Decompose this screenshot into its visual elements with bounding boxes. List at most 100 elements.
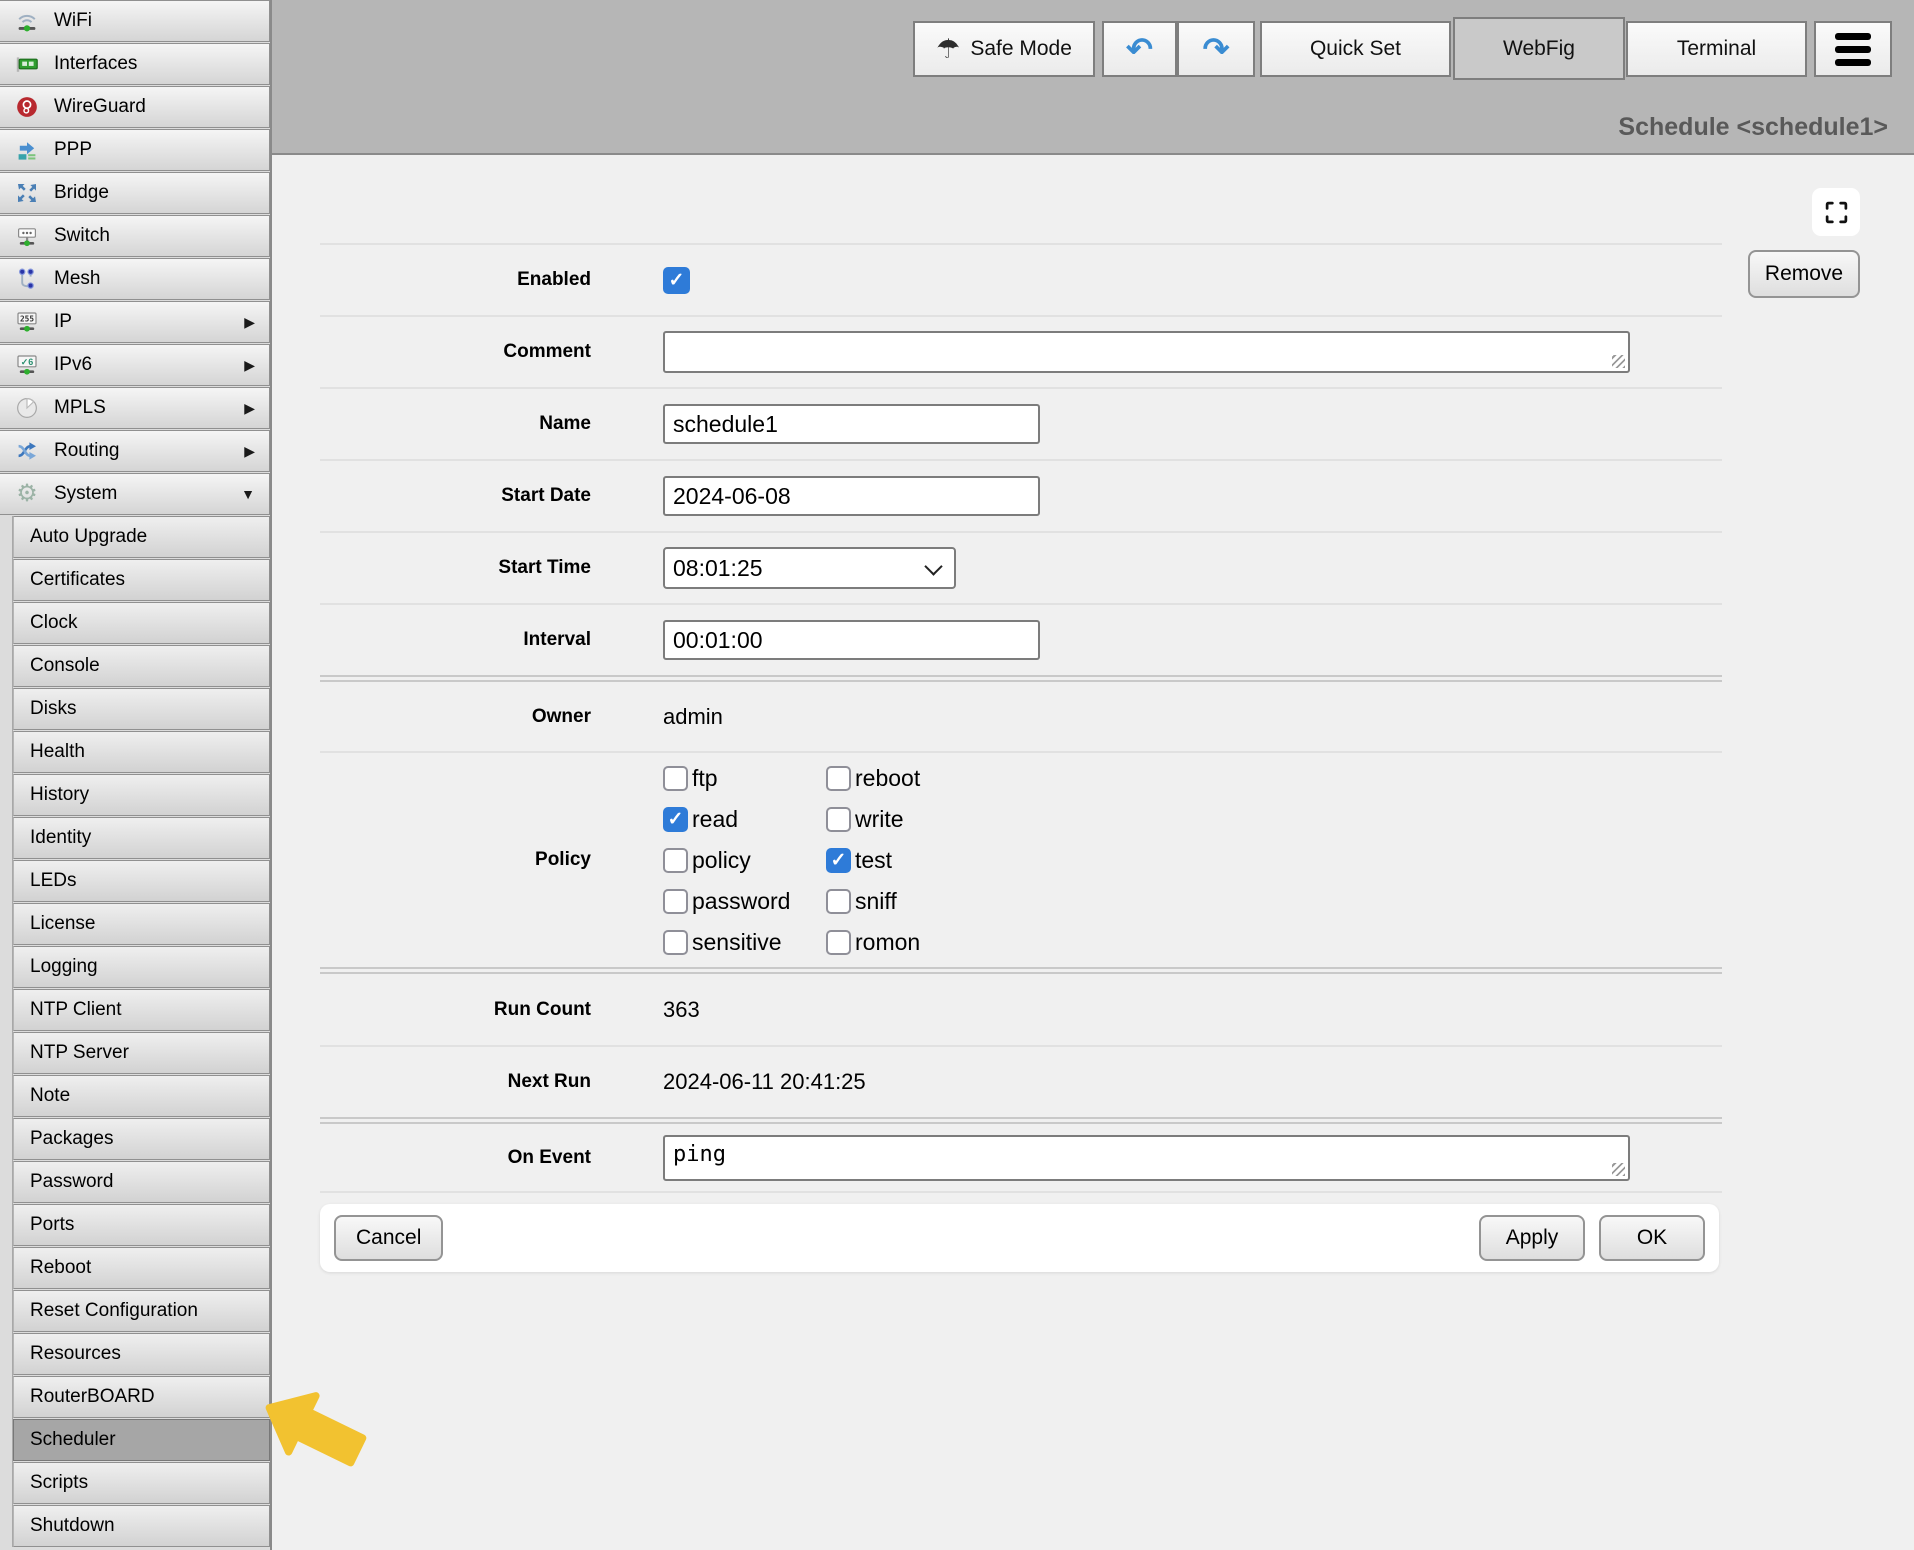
comment-input[interactable]: [663, 331, 1630, 373]
policy-label: Policy: [320, 849, 591, 871]
sidebar-item-bridge[interactable]: Bridge: [0, 172, 270, 214]
sidebar-item-label: PPP: [54, 139, 92, 161]
enabled-checkbox[interactable]: [663, 267, 690, 294]
ipv6-icon: ✓6: [12, 353, 42, 377]
submenu-label: NTP Server: [30, 1042, 129, 1064]
row-divider: [320, 1191, 1722, 1193]
sidebar-item-wifi[interactable]: WiFi: [0, 0, 270, 42]
action-bar: Cancel Apply OK: [320, 1204, 1719, 1272]
submenu-item-scheduler[interactable]: Scheduler: [13, 1419, 270, 1461]
terminal-tab[interactable]: Terminal: [1626, 21, 1807, 77]
interval-label: Interval: [320, 629, 591, 651]
ok-button[interactable]: OK: [1599, 1215, 1705, 1261]
policy-option-label: read: [692, 806, 738, 833]
submenu-item-reset-configuration[interactable]: Reset Configuration: [13, 1290, 270, 1332]
expand-right-icon: ▶: [244, 357, 255, 374]
owner-value: admin: [663, 704, 723, 730]
submenu-label: Reboot: [30, 1257, 91, 1279]
policy-checkbox-write[interactable]: [826, 807, 851, 832]
redo-button[interactable]: ↷: [1177, 21, 1255, 77]
run-count-row: Run Count 363: [320, 974, 1722, 1045]
submenu-item-health[interactable]: Health: [13, 731, 270, 773]
submenu-item-ports[interactable]: Ports: [13, 1204, 270, 1246]
expand-right-icon: ▶: [244, 400, 255, 417]
apply-button[interactable]: Apply: [1479, 1215, 1585, 1261]
policy-checkbox-password[interactable]: [663, 889, 688, 914]
cancel-button[interactable]: Cancel: [334, 1215, 443, 1261]
webfig-tab[interactable]: WebFig: [1453, 17, 1625, 80]
sidebar-item-mpls[interactable]: MPLS ▶: [0, 387, 270, 429]
sidebar: WiFi Interfaces WireGuard PPP Bridge: [0, 0, 272, 1550]
submenu-item-certificates[interactable]: Certificates: [13, 559, 270, 601]
policy-checkbox-romon[interactable]: [826, 930, 851, 955]
submenu-item-scripts[interactable]: Scripts: [13, 1462, 270, 1504]
sidebar-item-label: Interfaces: [54, 53, 137, 75]
routing-icon: [12, 439, 42, 463]
sidebar-item-label: WireGuard: [54, 96, 146, 118]
name-input[interactable]: [663, 404, 1040, 444]
undo-button[interactable]: ↶: [1102, 21, 1177, 77]
submenu-item-console[interactable]: Console: [13, 645, 270, 687]
sidebar-item-switch[interactable]: Switch: [0, 215, 270, 257]
safe-mode-label: Safe Mode: [970, 37, 1072, 61]
submenu-item-auto-upgrade[interactable]: Auto Upgrade: [13, 516, 270, 558]
run-count-label: Run Count: [320, 999, 591, 1021]
submenu-item-reboot[interactable]: Reboot: [13, 1247, 270, 1289]
policy-checkbox-sensitive[interactable]: [663, 930, 688, 955]
sidebar-item-interfaces[interactable]: Interfaces: [0, 43, 270, 85]
policy-option-label: write: [855, 806, 904, 833]
submenu-item-logging[interactable]: Logging: [13, 946, 270, 988]
sidebar-item-wireguard[interactable]: WireGuard: [0, 86, 270, 128]
submenu-item-identity[interactable]: Identity: [13, 817, 270, 859]
policy-option-label: romon: [855, 929, 920, 956]
on-event-input[interactable]: ping: [663, 1135, 1630, 1181]
sidebar-item-ppp[interactable]: PPP: [0, 129, 270, 171]
submenu-label: Certificates: [30, 569, 125, 591]
sidebar-item-label: IPv6: [54, 354, 92, 376]
mesh-icon: [12, 267, 42, 291]
submenu-item-packages[interactable]: Packages: [13, 1118, 270, 1160]
submenu-item-password[interactable]: Password: [13, 1161, 270, 1203]
fullscreen-button[interactable]: [1812, 188, 1860, 236]
svg-text:255: 255: [20, 315, 34, 324]
submenu-item-ntp-server[interactable]: NTP Server: [13, 1032, 270, 1074]
submenu-item-history[interactable]: History: [13, 774, 270, 816]
start-time-row: Start Time 08:01:25: [320, 533, 1722, 603]
section-divider: [320, 675, 1722, 682]
on-event-label: On Event: [320, 1147, 591, 1169]
submenu-item-clock[interactable]: Clock: [13, 602, 270, 644]
submenu-label: Clock: [30, 612, 78, 634]
start-date-input[interactable]: [663, 476, 1040, 516]
interval-input[interactable]: [663, 620, 1040, 660]
submenu-item-license[interactable]: License: [13, 903, 270, 945]
comment-row: Comment: [320, 317, 1722, 387]
policy-checkbox-sniff[interactable]: [826, 889, 851, 914]
sidebar-item-ipv6[interactable]: ✓6 IPv6 ▶: [0, 344, 270, 386]
policy-checkbox-test[interactable]: [826, 848, 851, 873]
safe-mode-button[interactable]: ☂ Safe Mode: [913, 21, 1095, 77]
policy-checkbox-ftp[interactable]: [663, 766, 688, 791]
quick-set-tab[interactable]: Quick Set: [1260, 21, 1451, 77]
hamburger-menu-button[interactable]: [1814, 21, 1892, 77]
submenu-item-ntp-client[interactable]: NTP Client: [13, 989, 270, 1031]
submenu-item-disks[interactable]: Disks: [13, 688, 270, 730]
sidebar-item-label: Switch: [54, 225, 110, 247]
submenu-label: Note: [30, 1085, 70, 1107]
submenu-item-shutdown[interactable]: Shutdown: [13, 1505, 270, 1547]
policy-option-label: test: [855, 847, 892, 874]
sidebar-item-system[interactable]: ⚙ System ▼: [0, 473, 270, 515]
sidebar-item-routing[interactable]: Routing ▶: [0, 430, 270, 472]
remove-button[interactable]: Remove: [1748, 250, 1860, 298]
submenu-item-routerboard[interactable]: RouterBOARD: [13, 1376, 270, 1418]
submenu-item-note[interactable]: Note: [13, 1075, 270, 1117]
sidebar-item-label: Bridge: [54, 182, 109, 204]
policy-option-label: password: [692, 888, 790, 915]
policy-checkbox-read[interactable]: [663, 807, 688, 832]
start-time-select[interactable]: 08:01:25: [663, 547, 956, 589]
sidebar-item-ip[interactable]: 255 IP ▶: [0, 301, 270, 343]
policy-checkbox-policy[interactable]: [663, 848, 688, 873]
policy-checkbox-reboot[interactable]: [826, 766, 851, 791]
submenu-item-resources[interactable]: Resources: [13, 1333, 270, 1375]
submenu-item-leds[interactable]: LEDs: [13, 860, 270, 902]
sidebar-item-mesh[interactable]: Mesh: [0, 258, 270, 300]
